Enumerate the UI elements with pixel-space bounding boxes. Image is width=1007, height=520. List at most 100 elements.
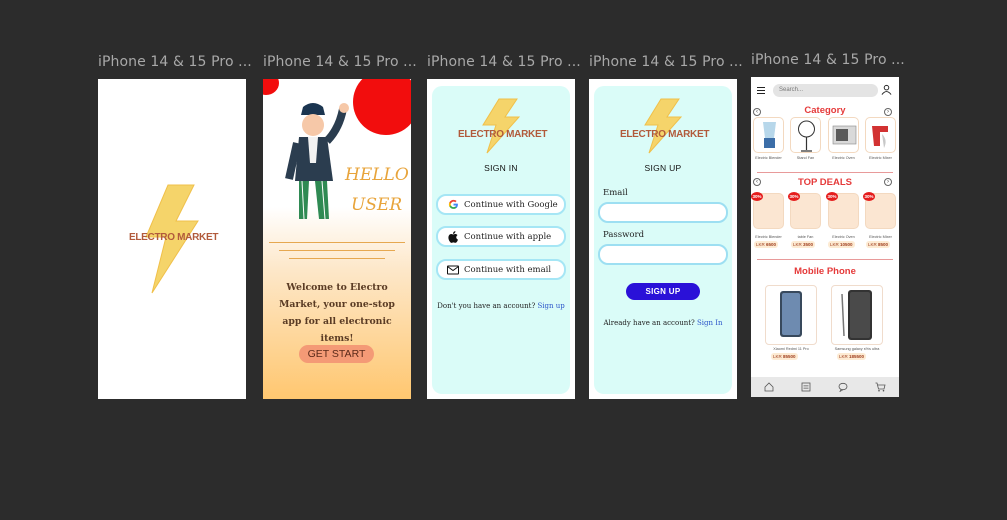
category-row: Electric Blender Stand Fan Electric Oven…: [751, 117, 899, 165]
mobile-phone-title: Mobile Phone: [794, 266, 856, 277]
frame-title-4[interactable]: iPhone 14 & 15 Pro ...: [589, 54, 743, 70]
price-value: 6500: [766, 242, 777, 247]
price-value: 3500: [803, 242, 814, 247]
category-caption: Electric Blender: [755, 156, 782, 160]
category-caption: Stand Fan: [796, 156, 815, 160]
blender-icon: [763, 122, 776, 148]
home-screen: Search... ‹ Category › Electric Blender …: [751, 77, 899, 397]
sign-in-link[interactable]: Sign In: [697, 319, 723, 327]
phone-card-xiaomi[interactable]: [765, 285, 817, 345]
continue-email-button[interactable]: Continue with email: [436, 259, 566, 280]
decor-red-blob-right: [353, 79, 411, 135]
waving-person-illustration: [285, 103, 349, 220]
deal-name: table Fan: [797, 235, 814, 239]
deal-name: Electric Mixer: [869, 235, 892, 239]
deal-price: LKR 8500: [866, 241, 891, 248]
phone-price: LKR 85500: [771, 353, 798, 360]
bottom-navigation: [751, 377, 899, 397]
sign-up-link[interactable]: Sign up: [537, 302, 564, 310]
user-icon[interactable]: [881, 84, 892, 95]
search-input[interactable]: Search...: [773, 84, 878, 97]
continue-google-button[interactable]: Continue with Google: [436, 194, 566, 215]
sign-up-button[interactable]: SIGN UP: [626, 283, 700, 300]
sign-up-screen: ELECTRO MARKET SIGN UP Email Password SI…: [589, 79, 737, 399]
sign-in-footer-text: Don't you have an account?: [437, 302, 536, 310]
frame-title-3[interactable]: iPhone 14 & 15 Pro ...: [427, 54, 581, 70]
continue-email-label: Continue with email: [464, 264, 552, 275]
hello-text: HELLO: [345, 165, 409, 185]
frame-title-1[interactable]: iPhone 14 & 15 Pro ...: [98, 54, 252, 70]
chat-icon[interactable]: [838, 382, 848, 392]
phone-card-samsung[interactable]: [831, 285, 883, 345]
welcome-message: Welcome to Electro Market, your one-stop…: [279, 282, 395, 344]
apple-icon: [447, 230, 459, 243]
menu-icon[interactable]: [757, 87, 765, 94]
divider-line: [289, 258, 385, 259]
divider-line: [279, 250, 395, 251]
continue-google-label: Continue with Google: [464, 199, 558, 210]
price-value: 185500: [849, 354, 865, 359]
deal-name: Electric Oven: [832, 235, 855, 239]
currency: LKR: [839, 354, 848, 359]
category-card-blender[interactable]: [753, 117, 784, 153]
phone-name: Samsung galaxy s%s ultra: [834, 347, 880, 351]
discount-badge: 30%: [863, 192, 875, 201]
fan-icon: [798, 120, 815, 152]
oven-icon: [832, 125, 857, 145]
price-value: 10500: [840, 242, 853, 247]
splash-screen: ELECTRO MARKET: [98, 79, 246, 399]
discount-badge: 30%: [788, 192, 800, 201]
brand-logo-text: ELECTRO MARKET: [129, 232, 219, 243]
category-card-fan[interactable]: [790, 117, 821, 153]
currency: LKR: [868, 242, 877, 247]
frame-title-5[interactable]: iPhone 14 & 15 Pro ...: [751, 52, 905, 68]
sign-up-footer: Already have an account? Sign In: [589, 319, 737, 327]
mixer-icon: [872, 126, 888, 148]
sign-up-title: SIGN UP: [644, 163, 682, 173]
phone-image: [780, 291, 802, 337]
get-start-button[interactable]: GET START: [299, 345, 374, 363]
home-icon[interactable]: [764, 382, 774, 392]
currency: LKR: [773, 354, 782, 359]
price-value: 8500: [878, 242, 889, 247]
section-divider: [757, 172, 893, 173]
sign-in-screen: ELECTRO MARKET SIGN IN Continue with Goo…: [427, 79, 575, 399]
deals-next-icon[interactable]: ›: [884, 178, 892, 186]
sign-in-title: SIGN IN: [484, 163, 518, 173]
cart-icon[interactable]: [875, 382, 886, 392]
top-deals-title: TOP DEALS: [797, 177, 853, 188]
password-field[interactable]: [598, 244, 728, 265]
mail-icon: [447, 264, 459, 276]
sign-up-footer-text: Already have an account?: [603, 319, 695, 327]
deal-price: LKR 3500: [791, 241, 816, 248]
email-label: Email: [603, 188, 628, 198]
currency: LKR: [756, 242, 765, 247]
user-text: USER: [351, 195, 403, 215]
category-card-oven[interactable]: [828, 117, 859, 153]
intro-screen: HELLO USER Welcome to Electro Market, yo…: [263, 79, 411, 399]
continue-apple-button[interactable]: Continue with apple: [436, 226, 566, 247]
frame-title-2[interactable]: iPhone 14 & 15 Pro ...: [263, 54, 417, 70]
continue-apple-label: Continue with apple: [464, 231, 552, 242]
currency: LKR: [793, 242, 802, 247]
deal-price: LKR 10500: [828, 241, 855, 248]
deal-name: Electric Blender: [755, 235, 782, 239]
category-caption: Electric Oven: [832, 156, 855, 160]
discount-badge: 30%: [826, 192, 838, 201]
category-card-mixer[interactable]: [865, 117, 896, 153]
discount-badge: 30%: [751, 192, 763, 201]
sign-in-footer: Don't you have an account? Sign up: [427, 302, 575, 310]
list-icon[interactable]: [801, 382, 811, 392]
price-value: 85500: [783, 354, 796, 359]
category-title: Category: [804, 105, 846, 116]
email-field[interactable]: [598, 202, 728, 223]
divider-line: [269, 242, 405, 243]
deal-price: LKR 6500: [754, 241, 779, 248]
phone-name: Xiaomi Redmi 11 Pro: [773, 347, 809, 351]
google-icon: [447, 199, 459, 211]
category-next-icon[interactable]: ›: [884, 108, 892, 116]
decor-red-blob-left: [263, 79, 279, 95]
phone-image: [841, 290, 872, 340]
deals-row: 30% Electric Blender LKR 6500 30% table …: [751, 192, 899, 253]
currency: LKR: [830, 242, 839, 247]
